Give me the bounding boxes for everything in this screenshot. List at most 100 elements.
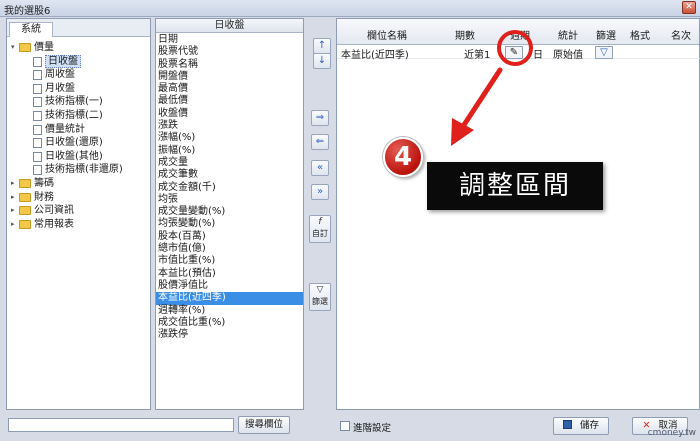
col-rank[interactable]: 名次 <box>671 27 691 42</box>
list-item[interactable]: 均張變動(%) <box>156 218 303 230</box>
tree-item[interactable]: 日收盤 <box>11 54 150 69</box>
step-badge: 4 <box>383 137 423 177</box>
list-item[interactable]: 股票代號 <box>156 46 303 58</box>
list-item[interactable]: 成交值比重(%) <box>156 317 303 329</box>
tab-system[interactable]: 系統 <box>9 22 53 37</box>
list-item[interactable]: 本益比(近四季) <box>156 292 303 305</box>
tree-item[interactable]: 價量統計 <box>11 123 150 137</box>
add-all-button[interactable]: » <box>311 184 329 200</box>
list-item[interactable]: 日期 <box>156 34 303 46</box>
folder-icon <box>19 43 31 52</box>
tree-node[interactable]: ▸ 籌碼 <box>11 177 150 191</box>
tree-item[interactable]: 月收盤 <box>11 82 150 96</box>
tree-item[interactable]: 技術指標(一) <box>11 95 150 109</box>
row-period: 近第1 <box>464 50 491 61</box>
list-item[interactable]: 漲跌 <box>156 120 303 132</box>
list-item[interactable]: 成交量變動(%) <box>156 206 303 218</box>
list-item[interactable]: 股票名稱 <box>156 59 303 71</box>
tree-item-label: 技術指標(非還原) <box>45 164 123 176</box>
list-item[interactable]: 股本(百萬) <box>156 231 303 243</box>
row-field-name: 本益比(近四季) <box>341 50 409 61</box>
advanced-settings-label: 進階設定 <box>353 423 392 434</box>
move-down-button[interactable]: ↓ <box>313 53 331 69</box>
folder-icon <box>19 178 31 188</box>
list-item[interactable]: 總市值(億) <box>156 243 303 255</box>
list-item[interactable]: 收盤價 <box>156 108 303 120</box>
tree-node-label: 價量 <box>34 42 54 53</box>
tree-item-label: 技術指標(二) <box>45 109 103 121</box>
list-item[interactable]: 振幅(%) <box>156 145 303 157</box>
tree-node-price-volume[interactable]: ▾ 價量 <box>11 41 150 55</box>
tree-item-label: 價量統計 <box>45 123 85 135</box>
formula-icon: f <box>318 217 322 227</box>
tree-item[interactable]: 日收盤(還原) <box>11 136 150 150</box>
col-periods[interactable]: 期數 <box>455 27 475 42</box>
selected-fields-grid: 欄位名稱 期數 週期 統計 篩選 格式 名次 本益比(近四季) 近第1 ✎ 日 … <box>336 18 700 410</box>
list-item[interactable]: 漲跌停 <box>156 329 303 341</box>
list-item[interactable]: 均張 <box>156 194 303 206</box>
list-item[interactable]: 股價淨值比 <box>156 280 303 292</box>
tree-node[interactable]: ▸ 財務 <box>11 191 150 205</box>
tree-item[interactable]: 技術指標(二) <box>11 109 150 123</box>
save-button-label: 儲存 <box>579 420 599 431</box>
col-stat[interactable]: 統計 <box>558 27 578 42</box>
field-search-input[interactable] <box>8 418 234 432</box>
tree-closed-nodes: ▸ 籌碼 ▸ 財務 ▸ 公司資訊 ▸ 常用報表 <box>11 177 150 231</box>
tree-node[interactable]: ▸ 常用報表 <box>11 218 150 232</box>
tree-tabs: 系統 <box>7 19 150 37</box>
custom-button-label: 自訂 <box>312 229 328 238</box>
highlight-circle <box>497 30 533 66</box>
tree-children: 日收盤 周收盤 月收盤 技術指標(一) 技術指標(二) 價量統計 日收盤(還原) 日收盤(其他… <box>11 54 150 177</box>
close-button[interactable]: ✕ <box>682 1 696 14</box>
category-tree-panel: 系統 ▾ 價量 日收盤 周收盤 月收盤 技術指標(一) 技術指標(二) 價量統計 日收盤(還原… <box>6 18 151 410</box>
document-icon <box>33 138 42 149</box>
callout-text: 調整區間 <box>427 162 603 210</box>
row-stat: 原始值 <box>553 50 583 61</box>
tree-item[interactable]: 技術指標(非還原) <box>11 163 150 177</box>
row-filter-icon[interactable]: ▽ <box>595 46 613 59</box>
expand-icon[interactable]: ▸ <box>11 204 19 218</box>
funnel-icon: ▽ <box>316 285 324 295</box>
list-item[interactable]: 本益比(預估) <box>156 268 303 280</box>
tree-node-label: 籌碼 <box>34 177 54 189</box>
folder-icon <box>19 192 31 202</box>
expand-icon[interactable]: ▸ <box>11 177 19 191</box>
tree-item[interactable]: 日收盤(其他) <box>11 150 150 164</box>
col-format[interactable]: 格式 <box>630 27 650 42</box>
tree-item[interactable]: 周收盤 <box>11 68 150 82</box>
document-icon <box>33 165 42 176</box>
move-up-button[interactable]: ↑ <box>313 38 331 54</box>
document-icon <box>33 97 42 108</box>
col-field-name[interactable]: 欄位名稱 <box>367 27 407 42</box>
collapse-icon[interactable]: ▾ <box>11 41 19 55</box>
list-item[interactable]: 成交金額(千) <box>156 182 303 194</box>
expand-icon[interactable]: ▸ <box>11 191 19 205</box>
custom-button[interactable]: f 自訂 <box>309 215 331 243</box>
watermark: cmoney.tw <box>647 428 696 438</box>
tree-node-label: 財務 <box>34 191 54 203</box>
add-field-button[interactable]: ⇒ <box>311 110 329 126</box>
tree-node-label: 常用報表 <box>34 218 74 230</box>
document-icon <box>33 83 42 94</box>
document-icon <box>33 56 42 67</box>
save-button[interactable]: 儲存 <box>553 417 609 435</box>
filter-button-label: 篩選 <box>312 297 328 306</box>
list-item[interactable]: 最低價 <box>156 95 303 107</box>
tree-node-label: 公司資訊 <box>34 205 74 217</box>
search-field-button[interactable]: 搜尋欄位 <box>238 416 290 434</box>
remove-all-button[interactable]: « <box>311 160 329 176</box>
list-item[interactable]: 週轉率(%) <box>156 305 303 317</box>
list-item[interactable]: 成交量 <box>156 157 303 169</box>
list-item[interactable]: 開盤價 <box>156 71 303 83</box>
advanced-settings-checkbox[interactable] <box>340 421 350 431</box>
list-item[interactable]: 成交筆數 <box>156 169 303 181</box>
filter-button[interactable]: ▽ 篩選 <box>309 283 331 311</box>
remove-field-button[interactable]: ⇐ <box>311 134 329 150</box>
list-item[interactable]: 漲幅(%) <box>156 132 303 144</box>
list-item[interactable]: 最高價 <box>156 83 303 95</box>
tree-node[interactable]: ▸ 公司資訊 <box>11 204 150 218</box>
col-filter[interactable]: 篩選 <box>596 27 616 42</box>
expand-icon[interactable]: ▸ <box>11 218 19 232</box>
document-icon <box>33 124 42 135</box>
list-item[interactable]: 市值比重(%) <box>156 255 303 267</box>
